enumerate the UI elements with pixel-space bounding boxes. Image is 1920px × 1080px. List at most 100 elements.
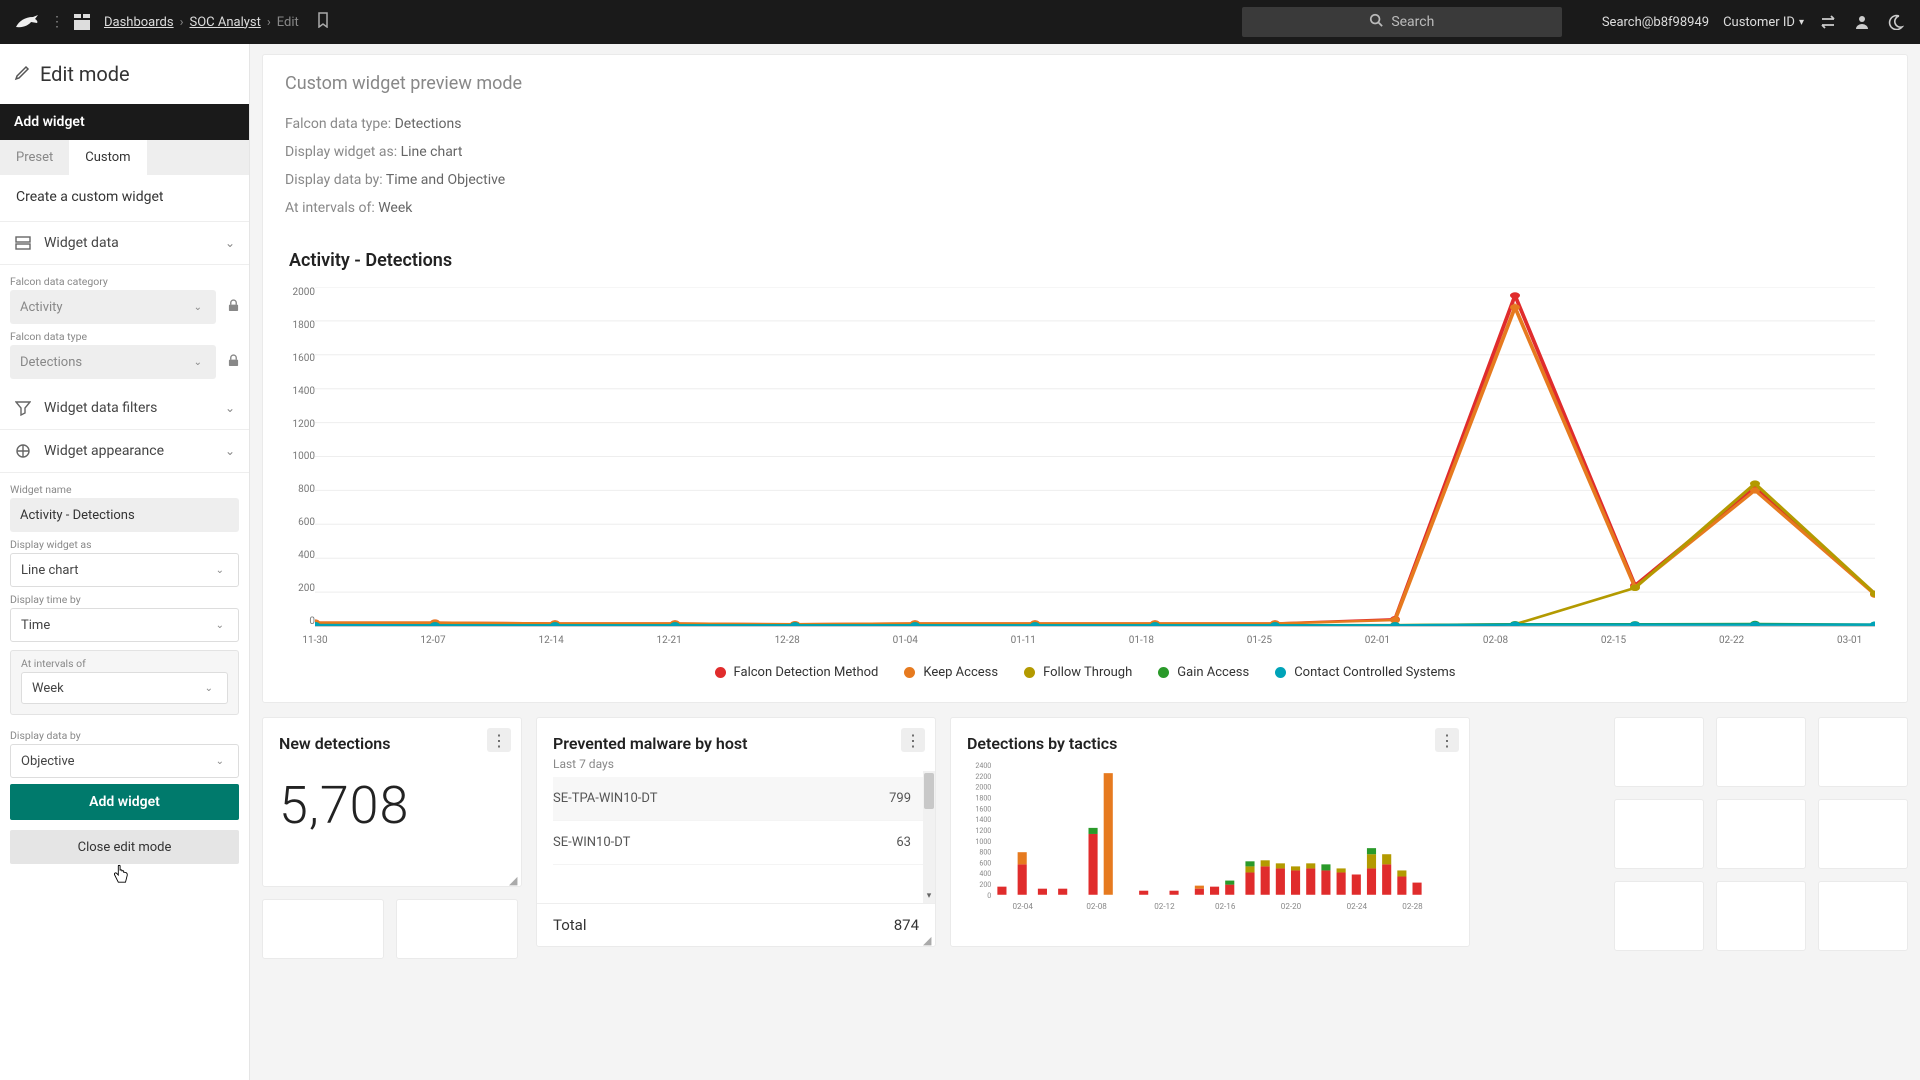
filter-icon xyxy=(14,399,32,417)
resize-handle-icon[interactable]: ◢ xyxy=(923,934,933,944)
empty-widget-slot[interactable] xyxy=(1614,717,1704,787)
breadcrumb-dashboards[interactable]: Dashboards xyxy=(104,15,174,30)
line-chart: 2000180016001400120010008006004002000 11… xyxy=(315,287,1875,657)
bookmark-icon[interactable] xyxy=(317,12,329,32)
widget-tabs: Preset Custom xyxy=(0,140,249,175)
card-detections-by-tactics: ⋮ Detections by tactics 2400220020001800… xyxy=(950,717,1470,947)
card-title: Prevented malware by host xyxy=(537,718,935,753)
lock-icon xyxy=(228,299,239,315)
lock-icon xyxy=(228,354,239,370)
empty-widget-slot[interactable] xyxy=(1716,717,1806,787)
widget-name-input[interactable] xyxy=(10,498,239,532)
intervals-label: At intervals of xyxy=(21,657,228,670)
svg-text:400: 400 xyxy=(979,869,991,878)
section-widget-data[interactable]: Widget data ⌄ xyxy=(0,222,249,265)
empty-widget-slot[interactable] xyxy=(262,899,384,959)
preview-title: Custom widget preview mode xyxy=(285,73,1885,94)
falcon-category-select: Activity ⌄ xyxy=(10,290,216,324)
close-edit-mode-button[interactable]: Close edit mode xyxy=(10,830,239,864)
add-widget-button[interactable]: Add widget xyxy=(10,784,239,820)
empty-widget-slot[interactable] xyxy=(1818,881,1908,951)
svg-text:2000: 2000 xyxy=(975,783,991,792)
card-prevented-malware: ⋮ Prevented malware by host Last 7 days … xyxy=(536,717,936,947)
chevron-down-icon: ⌄ xyxy=(194,302,202,313)
display-time-label: Display time by xyxy=(10,593,239,606)
svg-text:1800: 1800 xyxy=(975,794,991,803)
account-label: Search@b8f98949 xyxy=(1602,15,1709,30)
kebab-menu-icon[interactable]: ⋮ xyxy=(487,728,511,752)
brand-logo-icon[interactable] xyxy=(14,12,40,32)
empty-widget-slot[interactable] xyxy=(1818,799,1908,869)
create-custom-widget-label: Create a custom widget xyxy=(0,175,249,222)
edit-mode-heading: Edit mode xyxy=(0,44,249,104)
chevron-right-icon: › xyxy=(180,15,184,30)
moon-icon[interactable] xyxy=(1886,12,1906,32)
svg-text:1400: 1400 xyxy=(975,815,991,824)
display-time-select[interactable]: Time ⌄ xyxy=(10,608,239,642)
breadcrumb-soc-analyst[interactable]: SOC Analyst xyxy=(190,15,261,30)
tab-custom[interactable]: Custom xyxy=(69,140,146,175)
section-widget-appearance[interactable]: Widget appearance ⌄ xyxy=(0,430,249,473)
card-title: Detections by tactics xyxy=(951,718,1469,753)
card-new-detections: ⋮ New detections 5,708 ◢ xyxy=(262,717,522,887)
scrollbar[interactable]: ▾ xyxy=(923,771,935,903)
switch-icon[interactable] xyxy=(1818,12,1838,32)
chevron-down-icon: ⌄ xyxy=(225,236,235,250)
empty-widget-slot[interactable] xyxy=(1716,881,1806,951)
kebab-menu-icon[interactable]: ⋮ xyxy=(901,728,925,752)
divider-dots-icon: ⋮ xyxy=(50,14,64,30)
svg-text:200: 200 xyxy=(979,880,991,889)
display-as-label: Display widget as xyxy=(10,538,239,551)
display-data-select[interactable]: Objective ⌄ xyxy=(10,744,239,778)
scroll-down-icon[interactable]: ▾ xyxy=(923,891,935,903)
empty-widget-slot[interactable] xyxy=(396,899,518,959)
svg-text:2400: 2400 xyxy=(975,761,991,770)
svg-text:1000: 1000 xyxy=(975,837,991,846)
preview-card: Custom widget preview mode Falcon data t… xyxy=(262,54,1908,703)
table-row[interactable]: SE-WIN10-DT 63 xyxy=(553,821,927,865)
pencil-icon xyxy=(14,62,30,86)
svg-text:02-28: 02-28 xyxy=(1402,901,1423,911)
total-value: 874 xyxy=(894,916,919,934)
chevron-down-icon: ⌄ xyxy=(194,357,202,368)
empty-widget-slot[interactable] xyxy=(1818,717,1908,787)
topbar: ⋮ Dashboards › SOC Analyst › Edit Search… xyxy=(0,0,1920,44)
global-search[interactable]: Search xyxy=(1242,7,1562,37)
widget-name-label: Widget name xyxy=(10,483,239,496)
empty-widget-slot[interactable] xyxy=(1614,881,1704,951)
empty-widget-slot[interactable] xyxy=(1614,799,1704,869)
card-subtitle: Last 7 days xyxy=(537,753,935,771)
kebab-menu-icon[interactable]: ⋮ xyxy=(1435,728,1459,752)
customer-id-dropdown[interactable]: Customer ID ▾ xyxy=(1723,15,1804,30)
table-row[interactable]: SE-TPA-WIN10-DT 799 xyxy=(553,777,927,821)
chevron-down-icon: ⌄ xyxy=(216,756,224,767)
svg-text:2200: 2200 xyxy=(975,772,991,781)
new-detections-value: 5,708 xyxy=(263,753,521,836)
chevron-right-icon: › xyxy=(267,15,271,30)
chart-title: Activity - Detections xyxy=(289,250,1885,271)
falcon-category-label: Falcon data category xyxy=(10,275,239,288)
main-area: Custom widget preview mode Falcon data t… xyxy=(250,44,1920,1080)
falcon-type-label: Falcon data type xyxy=(10,330,239,343)
breadcrumb-edit: Edit xyxy=(277,15,299,30)
add-widget-header: Add widget xyxy=(0,104,249,140)
intervals-select[interactable]: Week ⌄ xyxy=(21,672,228,704)
falcon-type-select: Detections ⌄ xyxy=(10,345,216,379)
tab-preset[interactable]: Preset xyxy=(0,140,69,175)
empty-widget-slot[interactable] xyxy=(1716,799,1806,869)
resize-handle-icon[interactable]: ◢ xyxy=(509,874,519,884)
svg-text:1200: 1200 xyxy=(975,826,991,835)
dashboards-icon[interactable] xyxy=(74,12,94,32)
chevron-down-icon: ⌄ xyxy=(216,620,224,631)
svg-text:0: 0 xyxy=(987,891,991,900)
chevron-down-icon: ▾ xyxy=(1799,17,1804,28)
display-as-select[interactable]: Line chart ⌄ xyxy=(10,553,239,587)
chevron-down-icon: ⌄ xyxy=(205,683,213,694)
svg-text:02-04: 02-04 xyxy=(1012,901,1033,911)
search-icon xyxy=(1369,13,1383,31)
user-icon[interactable] xyxy=(1852,12,1872,32)
section-widget-filters[interactable]: Widget data filters ⌄ xyxy=(0,387,249,430)
display-data-label: Display data by xyxy=(10,729,239,742)
svg-text:02-20: 02-20 xyxy=(1281,901,1302,911)
chart-legend: Falcon Detection MethodKeep AccessFollow… xyxy=(285,665,1885,680)
